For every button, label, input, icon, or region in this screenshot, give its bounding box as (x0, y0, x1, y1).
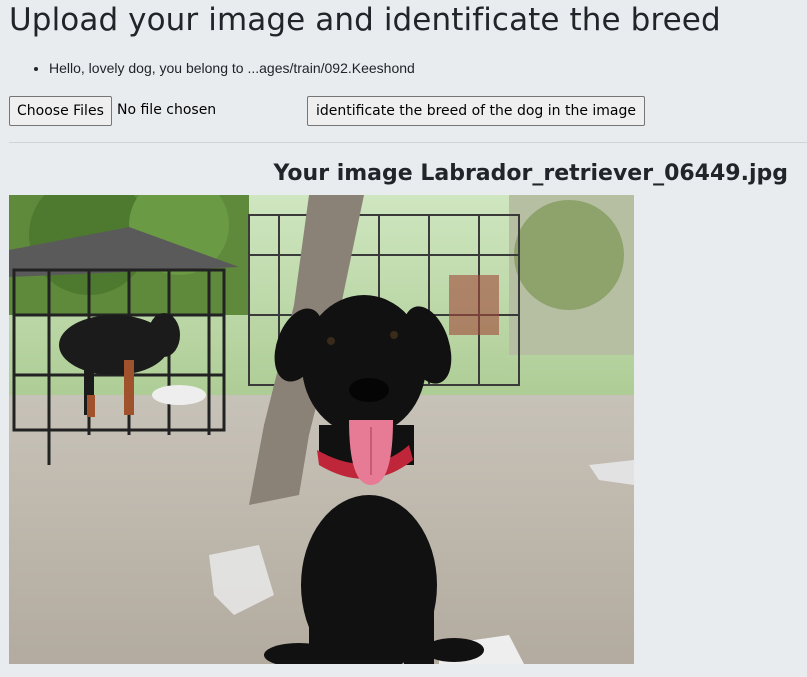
image-caption: Your image Labrador_retriever_06449.jpg (273, 161, 789, 186)
result-list: Hello, lovely dog, you belong to ...ages… (31, 58, 415, 78)
divider (9, 142, 807, 143)
list-item: Hello, lovely dog, you belong to ...ages… (49, 58, 415, 78)
dog-photo (9, 195, 634, 664)
file-status-text: No file chosen (117, 102, 217, 118)
choose-files-button[interactable]: Choose Files (9, 96, 112, 126)
page-title: Upload your image and identificate the b… (9, 2, 721, 38)
identify-breed-button[interactable]: identificate the breed of the dog in the… (307, 96, 645, 126)
page: Upload your image and identificate the b… (0, 0, 807, 677)
